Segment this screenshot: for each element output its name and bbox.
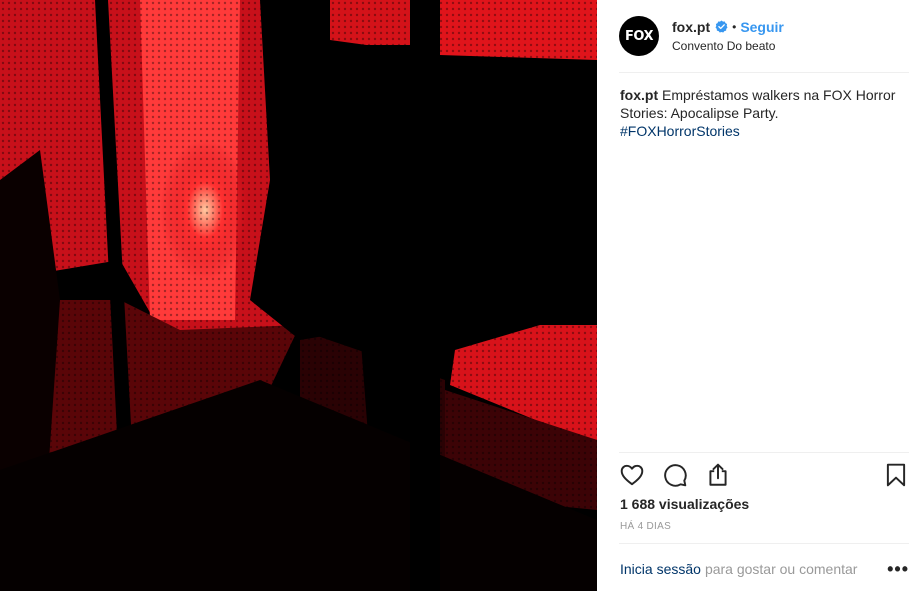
follow-button[interactable]: Seguir — [740, 18, 784, 36]
view-count: 1 688 visualizações — [620, 496, 750, 512]
post-header: FOX fox.pt • Seguir Convento Do beato — [619, 14, 913, 58]
bookmark-icon[interactable] — [883, 462, 909, 488]
avatar[interactable]: FOX — [619, 16, 659, 56]
more-options-icon[interactable]: ••• — [887, 560, 909, 578]
login-link[interactable]: Inicia sessão — [620, 561, 701, 577]
follow-separator: • — [732, 19, 737, 34]
post-timestamp[interactable]: HÁ 4 DIAS — [620, 521, 671, 532]
header-text: fox.pt • Seguir Convento Do beato — [672, 18, 784, 55]
action-bar — [619, 460, 909, 490]
actions-divider — [619, 452, 909, 453]
login-prompt-text: para gostar ou comentar — [704, 561, 858, 577]
post-details-panel: FOX fox.pt • Seguir Convento Do beato fo… — [597, 0, 923, 591]
header-divider — [619, 72, 909, 73]
username-link[interactable]: fox.pt — [672, 18, 710, 36]
location-link[interactable]: Convento Do beato — [672, 37, 784, 55]
login-prompt: Inicia sessão para gostar ou comentar ••… — [620, 560, 909, 578]
post-video[interactable] — [0, 0, 597, 591]
video-frame — [0, 0, 597, 591]
hashtag-link[interactable]: #FOXHorrorStories — [620, 123, 740, 139]
heart-icon[interactable] — [619, 462, 645, 488]
caption-username-link[interactable]: fox.pt — [620, 87, 658, 103]
verified-badge-icon — [715, 20, 728, 33]
caption-text: Empréstamos walkers na FOX Horror Storie… — [620, 87, 896, 121]
header-top-row: fox.pt • Seguir — [672, 18, 784, 36]
post-caption: fox.pt Empréstamos walkers na FOX Horror… — [620, 86, 910, 140]
comment-icon[interactable] — [662, 462, 688, 488]
login-divider — [619, 543, 909, 544]
share-icon[interactable] — [705, 462, 731, 488]
